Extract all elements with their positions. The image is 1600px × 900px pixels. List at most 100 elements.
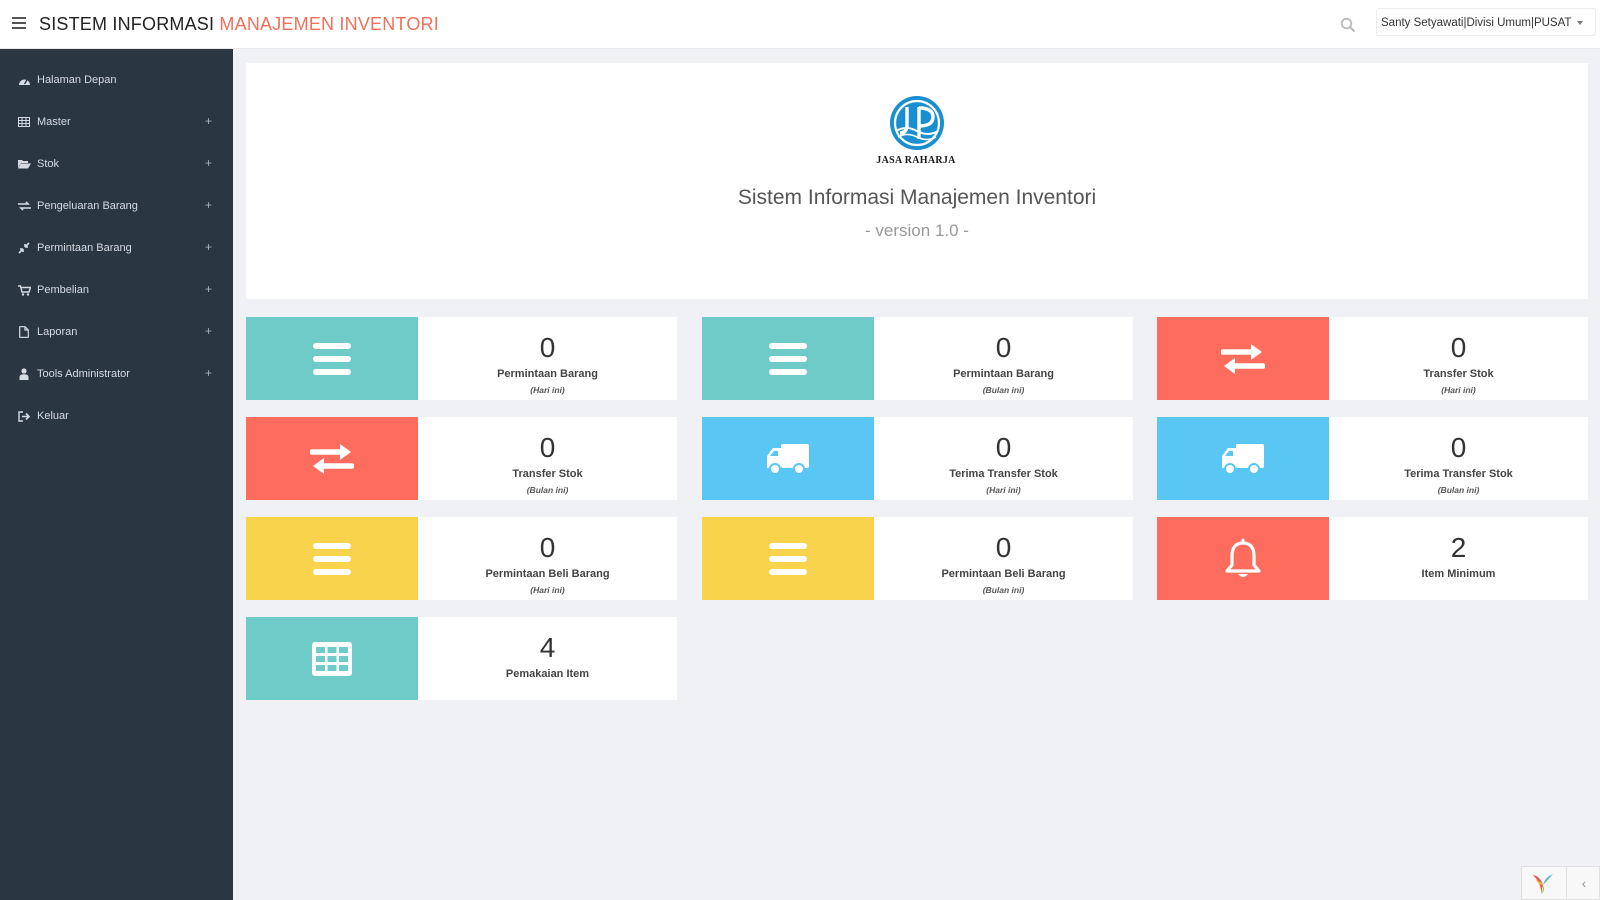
expand-icon: + [205,156,213,170]
user-menu-label: Santy Setyawati|Divisi Umum|PUSAT [1381,17,1572,29]
sidebar-item-halaman-depan[interactable]: Halaman Depan [0,62,233,98]
sidebar-item-master[interactable]: Master + [0,104,233,140]
tile-period: (Hari ini) [986,485,1021,495]
sidebar-item-label: Tools Administrator [37,368,130,380]
tile-period: (Hari ini) [530,385,565,395]
expand-icon: + [205,282,213,296]
tile-label: Permintaan Beli Barang [941,568,1066,580]
sign-out-icon [17,410,31,422]
list-icon [702,317,874,400]
tile-label: Terima Transfer Stok [949,468,1058,480]
tile-count: 0 [995,432,1012,463]
tile-period: (Bulan ini) [526,485,569,495]
expand-icon: + [205,114,213,128]
expand-icon: + [205,240,213,254]
tile-period: (Hari ini) [1441,385,1476,395]
sidebar-item-permintaan-barang[interactable]: Permintaan Barang + [0,230,233,266]
list-icon [246,317,418,400]
tile-count: 0 [1450,332,1467,363]
tile-count: 0 [1450,432,1467,463]
sidebar: Halaman Depan Master + Stok + Pengeluara… [0,49,233,900]
tile-count: 4 [539,632,556,663]
search-icon[interactable] [1340,17,1356,33]
caret-down-icon [1577,20,1584,25]
sidebar-item-keluar[interactable]: Keluar [0,398,233,434]
tile-period: (Hari ini) [530,585,565,595]
top-navbar: SISTEM INFORMASI MANAJEMEN INVENTORI San… [0,0,1600,49]
tile-label: Pemakaian Item [505,668,590,680]
tile-label: Transfer Stok [512,468,583,480]
list-icon [246,517,418,600]
version-label: - version 1.0 - [865,221,969,240]
app-title[interactable]: SISTEM INFORMASI MANAJEMEN INVENTORI [39,14,439,35]
tile-count: 0 [539,532,556,563]
tachometer-icon [17,74,31,86]
stat-tile-terima-transfer-stok-hari-ini[interactable]: 0 Terima Transfer Stok (Hari ini) [702,417,1133,500]
tile-count: 0 [995,532,1012,563]
sidebar-item-label: Master [37,116,71,128]
expand-icon: + [205,366,213,380]
bell-icon [1157,517,1329,600]
hamburger-menu-icon[interactable] [12,17,26,29]
main-content: JASA RAHARJA Sistem Informasi Manajemen … [233,49,1600,900]
tile-label: Permintaan Barang [497,368,598,380]
tile-label: Permintaan Barang [953,368,1054,380]
table-icon [246,617,418,700]
sidebar-item-tools-administrator[interactable]: Tools Administrator + [0,356,233,392]
sidebar-item-label: Stok [37,158,60,170]
shopping-cart-icon [17,284,31,296]
yii-logo-icon[interactable] [1530,872,1556,896]
sidebar-item-label: Permintaan Barang [37,242,132,254]
stat-tile-terima-transfer-stok-bulan-ini[interactable]: 0 Terima Transfer Stok (Bulan ini) [1157,417,1588,500]
exchange-icon [1157,317,1329,400]
sidebar-item-label: Keluar [37,410,69,422]
truck-icon [1157,417,1329,500]
stat-tile-permintaan-barang-bulan-ini[interactable]: 0 Permintaan Barang (Bulan ini) [702,317,1133,400]
expand-icon: + [205,324,213,338]
stat-tile-transfer-stok-bulan-ini[interactable]: 0 Transfer Stok (Bulan ini) [246,417,677,500]
sidebar-item-stok[interactable]: Stok + [0,146,233,182]
tile-label: Terima Transfer Stok [1404,468,1513,480]
stat-tile-pemakaian-item[interactable]: 4 Pemakaian Item [246,617,677,700]
tile-count: 2 [1450,532,1467,563]
sidebar-item-pembelian[interactable]: Pembelian + [0,272,233,308]
stat-tile-item-minimum[interactable]: 2 Item Minimum [1157,517,1588,600]
tile-count: 0 [539,432,556,463]
compress-icon [17,242,31,254]
stat-tile-permintaan-beli-barang-bulan-ini[interactable]: 0 Permintaan Beli Barang (Bulan ini) [702,517,1133,600]
stat-tile-transfer-stok-hari-ini[interactable]: 0 Transfer Stok (Hari ini) [1157,317,1588,400]
stat-tile-permintaan-beli-barang-hari-ini[interactable]: 0 Permintaan Beli Barang (Hari ini) [246,517,677,600]
file-icon [17,326,31,338]
sidebar-item-label: Pembelian [37,284,89,296]
expand-icon: + [205,198,213,212]
app-title-accent: MANAJEMEN INVENTORI [219,14,439,34]
exchange-icon [246,417,418,500]
debug-toolbar: ‹ [1521,866,1600,900]
folder-open-icon [17,158,31,170]
stat-tile-permintaan-barang-hari-ini[interactable]: 0 Permintaan Barang (Hari ini) [246,317,677,400]
tile-count: 0 [995,332,1012,363]
logo-text: JASA RAHARJA [876,155,956,166]
table-icon [17,116,31,128]
user-menu-dropdown[interactable]: Santy Setyawati|Divisi Umum|PUSAT [1376,8,1597,36]
truck-icon [702,417,874,500]
tile-period: (Bulan ini) [982,385,1025,395]
tile-period: (Bulan ini) [1437,485,1480,495]
debug-toolbar-toggle[interactable]: ‹ [1566,867,1600,900]
sidebar-item-pengeluaran-barang[interactable]: Pengeluaran Barang + [0,188,233,224]
sidebar-item-label: Pengeluaran Barang [37,200,138,212]
exchange-icon [17,200,31,212]
app-title-main: SISTEM INFORMASI [39,14,220,34]
list-icon [702,517,874,600]
sidebar-item-laporan[interactable]: Laporan + [0,314,233,350]
sidebar-item-label: Laporan [37,326,78,338]
jasa-raharja-logo [890,96,944,150]
sidebar-item-label: Halaman Depan [37,74,117,86]
user-icon [17,368,31,380]
tile-label: Permintaan Beli Barang [485,568,610,580]
welcome-panel: JASA RAHARJA Sistem Informasi Manajemen … [246,63,1588,299]
tile-count: 0 [539,332,556,363]
tile-label: Transfer Stok [1423,368,1494,380]
tile-period: (Bulan ini) [982,585,1025,595]
tile-label: Item Minimum [1421,568,1496,580]
